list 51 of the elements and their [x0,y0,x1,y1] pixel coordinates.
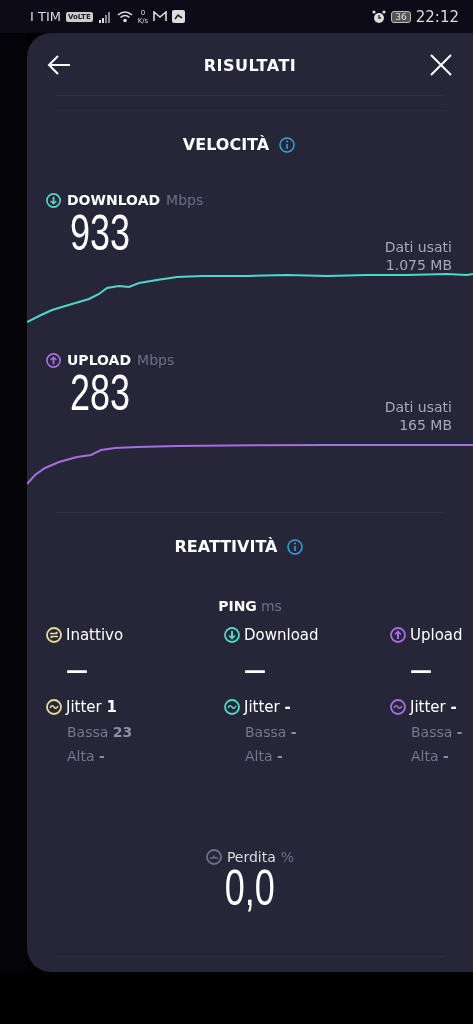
info-icon [287,538,304,555]
high-value-text: Alta - [411,748,450,764]
speed-result: 283 [70,370,131,416]
ping-value: — [410,658,433,684]
info-icon [279,136,296,153]
low-value-text: Bassa - [245,724,298,740]
download-icon [46,192,61,208]
battery-indicator: 36 [391,10,411,23]
loss-value: 0,0 [224,865,275,911]
data-used-label: Dati usati [384,238,452,256]
mail-icon [153,11,168,22]
jitter-text: Jitter - [410,698,457,716]
info-button[interactable] [287,538,304,555]
wifi-icon [116,10,133,23]
loss-icon [205,849,222,865]
loss-unit: % [280,849,295,865]
high-value-text: Alta - [245,748,284,764]
info-button[interactable] [279,136,296,153]
jitter-icon [46,699,62,715]
signal-icon [97,10,112,23]
section-title: REATTIVITÀ [174,537,278,556]
data-used-value: 165 MB [398,416,452,434]
jitter-icon [390,699,406,715]
loss-label: Perdita [226,849,276,865]
ping-column-label: Upload [410,626,463,644]
carrier-name: I TIM [30,9,61,24]
low-value-text: Bassa 23 [67,724,134,740]
jitter-text: Jitter - [244,698,291,716]
speed-result: 933 [70,210,131,256]
ping-column-label: Download [244,626,319,644]
ping-value: — [244,658,267,684]
screen-title: RISULTATI [203,55,297,75]
high-value-text: Alta - [67,748,106,764]
section-title: VELOCITÀ [182,135,270,154]
jitter-icon [224,699,240,715]
alarm-icon [372,9,387,24]
ping-column-label: Inattivo [66,626,124,644]
ping-value: — [66,658,89,684]
metric-label: DOWNLOAD [67,192,161,208]
metric-label: UPLOAD [67,352,132,368]
clock-time: 22:12 [415,7,459,26]
data-used-label: Dati usati [384,398,452,416]
metric-unit: Mbps [166,192,204,208]
ping-label: PING [218,598,257,614]
upload-icon [46,352,61,368]
app-icon [172,10,186,23]
low-value-text: Bassa - [411,724,464,740]
ping-unit: ms [260,598,282,614]
metric-unit: Mbps [137,352,175,368]
jitter-text: Jitter 1 [66,698,117,716]
data-used-value: 1.075 MB [384,256,452,274]
